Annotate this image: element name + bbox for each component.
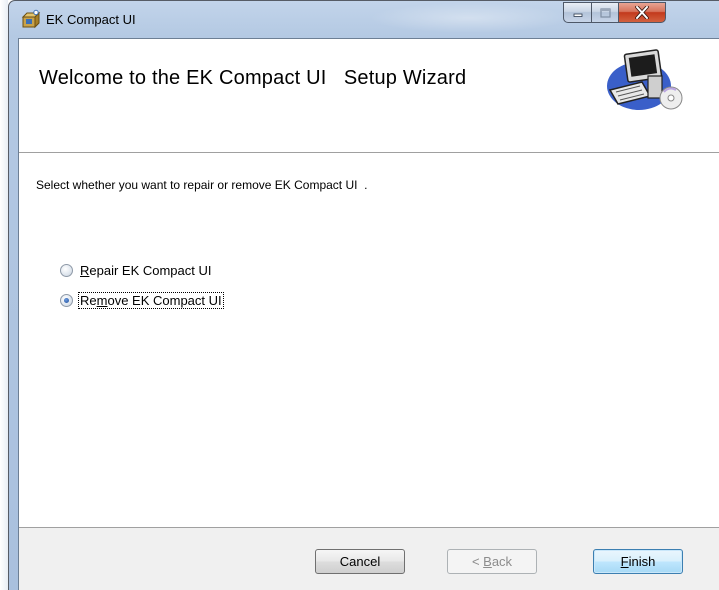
- close-icon: [635, 6, 649, 19]
- remove-option[interactable]: Remove EK Compact UI: [60, 292, 224, 309]
- repair-label[interactable]: Repair EK Compact UI: [79, 263, 213, 278]
- repair-radio[interactable]: [60, 264, 73, 277]
- desktop-edge: [0, 0, 8, 590]
- wizard-body: Select whether you want to repair or rem…: [19, 153, 719, 527]
- installer-box-icon: [21, 9, 41, 29]
- maximize-button[interactable]: [591, 2, 618, 23]
- minimize-icon: [573, 13, 582, 17]
- computer-with-cd-icon: [607, 49, 683, 110]
- close-button[interactable]: [618, 2, 666, 23]
- cancel-button[interactable]: Cancel: [315, 549, 405, 574]
- wizard-footer: Cancel < Back Finish: [19, 527, 719, 590]
- finish-button[interactable]: Finish: [593, 549, 683, 574]
- wizard-banner: Welcome to the EK Compact UI Setup Wizar…: [19, 39, 719, 153]
- setup-window: EK Compact UI Welcome to the EK Compact …: [8, 0, 719, 590]
- repair-option[interactable]: Repair EK Compact UI: [60, 263, 213, 278]
- maximize-icon: [599, 7, 611, 18]
- instruction-text: Select whether you want to repair or rem…: [36, 178, 368, 192]
- remove-radio[interactable]: [60, 294, 73, 307]
- remove-label[interactable]: Remove EK Compact UI: [78, 292, 224, 309]
- title-bar-glow: [369, 3, 569, 33]
- wizard-client-area: Welcome to the EK Compact UI Setup Wizar…: [18, 38, 719, 590]
- minimize-button[interactable]: [563, 2, 591, 23]
- back-button[interactable]: < Back: [447, 549, 537, 574]
- banner-title: Welcome to the EK Compact UI Setup Wizar…: [39, 67, 467, 89]
- window-title: EK Compact UI: [46, 12, 136, 27]
- title-bar[interactable]: EK Compact UI: [9, 1, 719, 38]
